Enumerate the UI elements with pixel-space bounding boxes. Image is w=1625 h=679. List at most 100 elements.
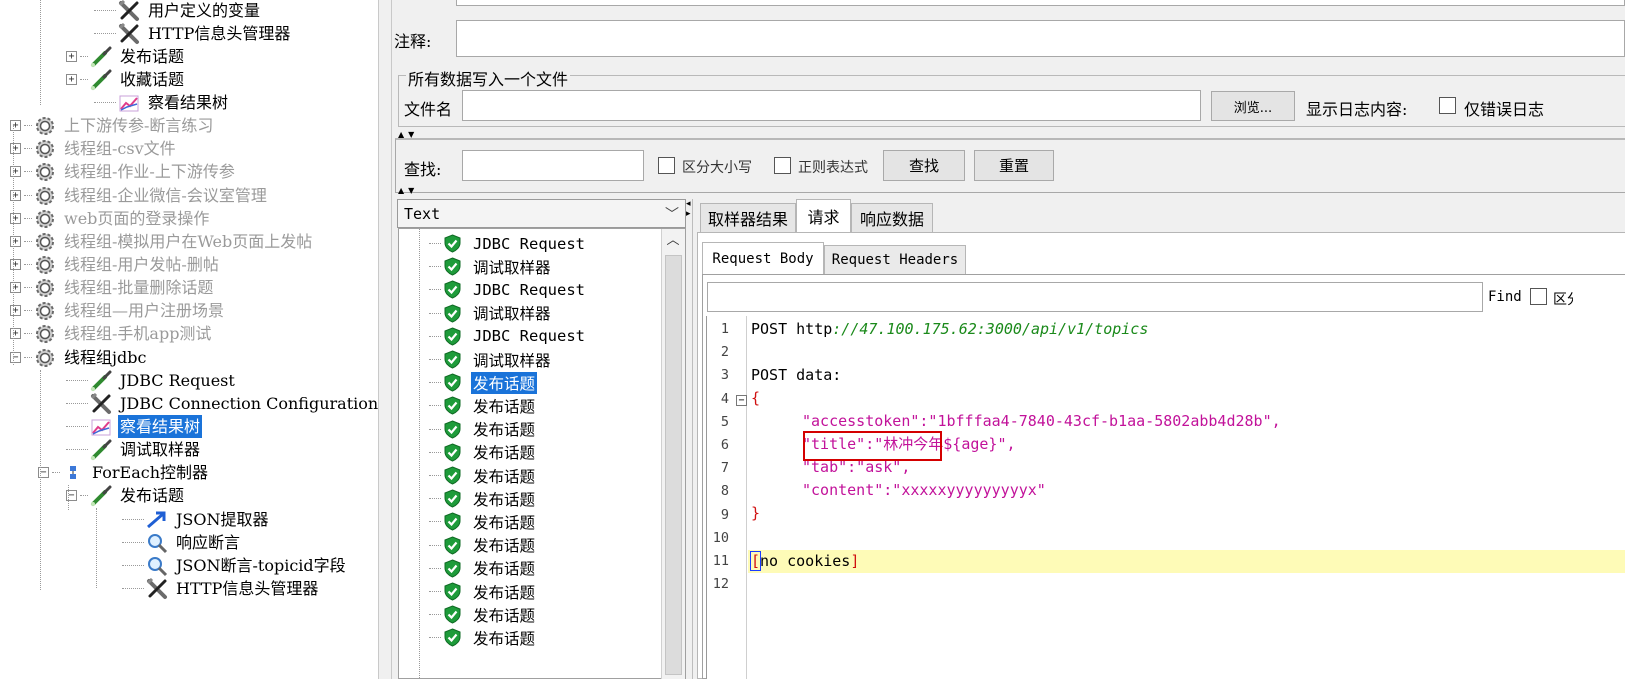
- code-line-5: "accesstoken":"1bfffaa4-7840-43cf-b1aa-5…: [802, 412, 1281, 430]
- splitter[interactable]: [378, 0, 392, 679]
- result-list-item[interactable]: 发布话题: [429, 371, 538, 394]
- case-sensitive-checkbox[interactable]: [658, 157, 675, 174]
- line-number: 7: [720, 460, 729, 477]
- tree-item-10[interactable]: + web页面的登录操作: [10, 207, 211, 230]
- test-plan-tree[interactable]: 用户定义的变量 HTTP信息头管理器 + 发布话题 + 收藏话题 察看结果树 + 上下游传参-断…: [0, 0, 378, 679]
- tree-guide-line: [419, 229, 420, 678]
- divider-handle-2[interactable]: ▲▼: [398, 187, 428, 195]
- tree-item-1[interactable]: 用户定义的变量: [94, 0, 262, 22]
- name-field[interactable]: [456, 0, 1625, 6]
- result-list-item[interactable]: 发布话题: [429, 580, 537, 603]
- result-list-item[interactable]: 发布话题: [429, 626, 537, 649]
- tree-item-11[interactable]: + 线程组-模拟用户在Web页面上发帖: [10, 230, 314, 253]
- expand-node-icon[interactable]: +: [10, 282, 21, 293]
- success-shield-icon: [443, 420, 462, 439]
- filename-input[interactable]: [462, 90, 1201, 121]
- tree-item-8[interactable]: + 线程组-作业-上下游传参: [10, 160, 237, 183]
- tree-item-18[interactable]: JDBC Connection Configuration: [66, 392, 378, 415]
- expand-node-icon[interactable]: +: [10, 305, 21, 316]
- find-button[interactable]: 查找: [883, 150, 965, 181]
- tree-item-6[interactable]: + 上下游传参-断言练习: [10, 114, 215, 137]
- result-list-item[interactable]: 发布话题: [429, 534, 537, 557]
- tree-connector: [80, 56, 88, 57]
- tree-item-17[interactable]: JDBC Request: [66, 369, 237, 392]
- result-list-item[interactable]: 发布话题: [429, 603, 537, 626]
- tab-response-data[interactable]: 响应数据: [851, 203, 933, 232]
- result-list-item[interactable]: 调试取样器: [429, 255, 553, 278]
- browse-button[interactable]: 浏览...: [1211, 91, 1295, 121]
- result-list-item[interactable]: 发布话题: [429, 487, 537, 510]
- result-list-item[interactable]: 发布话题: [429, 441, 537, 464]
- expand-node-icon[interactable]: +: [66, 51, 77, 62]
- result-list-item[interactable]: 调试取样器: [429, 348, 553, 371]
- expand-node-icon[interactable]: +: [10, 259, 21, 270]
- regex-checkbox[interactable]: [774, 157, 791, 174]
- tree-item-3[interactable]: + 发布话题: [66, 45, 186, 68]
- expand-node-icon[interactable]: +: [66, 74, 77, 85]
- tree-item-19[interactable]: 察看结果树: [66, 415, 203, 438]
- tree-item-label: JSON断言-topicid字段: [176, 556, 346, 575]
- scroll-thumb[interactable]: [665, 255, 682, 675]
- renderer-select[interactable]: Text ﹀: [397, 199, 686, 228]
- result-list-item[interactable]: 发布话题: [429, 394, 537, 417]
- tree-connector: [429, 289, 441, 291]
- tree-item-4[interactable]: + 收藏话题: [66, 68, 186, 91]
- expand-node-icon[interactable]: +: [10, 143, 21, 154]
- tree-connector: [429, 544, 441, 546]
- comment-field[interactable]: [456, 20, 1625, 57]
- result-list-item[interactable]: JDBC Request: [429, 232, 587, 255]
- tree-item-26[interactable]: HTTP信息头管理器: [122, 577, 320, 600]
- result-list-item[interactable]: 发布话题: [429, 418, 537, 441]
- search-input[interactable]: [462, 150, 644, 181]
- scroll-up-arrow-icon[interactable]: ︿: [662, 229, 684, 253]
- expand-node-icon[interactable]: +: [10, 213, 21, 224]
- result-list-item[interactable]: 调试取样器: [429, 302, 553, 325]
- results-scrollbar[interactable]: ︿: [661, 229, 685, 679]
- result-list-item[interactable]: 发布话题: [429, 510, 537, 533]
- tab-sampler-result[interactable]: 取样器结果: [700, 203, 796, 232]
- reset-button[interactable]: 重置: [974, 150, 1054, 181]
- tree-item-23[interactable]: JSON提取器: [122, 508, 271, 531]
- tree-item-14[interactable]: + 线程组—用户注册场景: [10, 299, 226, 322]
- tree-item-12[interactable]: + 线程组-用户发帖-删帖: [10, 253, 221, 276]
- request-body-editor[interactable]: 1 2 3 4 5 6 7 8 9 10 11 12 − POST http://47.100.175…: [706, 316, 1625, 679]
- result-list-item[interactable]: 发布话题: [429, 557, 537, 580]
- tree-item-20[interactable]: 调试取样器: [66, 438, 202, 461]
- expand-node-icon[interactable]: +: [10, 166, 21, 177]
- tree-connector: [122, 519, 144, 520]
- sampler-results-list[interactable]: JDBC Request 调试取样器 JDBC Request 调试取样器 JDBC R…: [398, 228, 686, 679]
- tree-connector: [94, 33, 116, 34]
- tab-request[interactable]: 请求: [796, 199, 851, 232]
- result-item-label: JDBC Request: [473, 327, 585, 346]
- result-item-label: 调试取样器: [473, 351, 551, 370]
- tree-item-5[interactable]: 察看结果树: [94, 91, 230, 114]
- result-list-item[interactable]: JDBC Request: [429, 278, 587, 301]
- tree-item-15[interactable]: + 线程组-手机app测试: [10, 322, 213, 345]
- tree-item-7[interactable]: + 线程组-csv文件: [10, 137, 178, 160]
- expand-node-icon[interactable]: +: [10, 236, 21, 247]
- tab-request-body[interactable]: Request Body: [702, 242, 824, 274]
- tree-connector: [429, 498, 441, 500]
- expand-node-icon[interactable]: +: [10, 328, 21, 339]
- success-shield-icon: [443, 466, 462, 485]
- tree-item-24[interactable]: 响应断言: [122, 531, 242, 554]
- tree-item-9[interactable]: + 线程组-企业微信-会议室管理: [10, 184, 269, 207]
- fold-toggle-icon[interactable]: −: [736, 395, 747, 406]
- tree-item-13[interactable]: + 线程组-批量删除话题: [10, 276, 215, 299]
- tree-connector: [429, 567, 441, 569]
- result-list-item[interactable]: JDBC Request: [429, 325, 587, 348]
- tab-request-headers[interactable]: Request Headers: [824, 245, 966, 274]
- expand-node-icon[interactable]: +: [10, 190, 21, 201]
- tree-item-25[interactable]: JSON断言-topicid字段: [122, 554, 348, 577]
- tree-item-16[interactable]: − 线程组jdbc: [10, 346, 148, 369]
- errors-only-checkbox[interactable]: [1439, 97, 1456, 114]
- result-list-item[interactable]: 发布话题: [429, 464, 537, 487]
- find-case-checkbox[interactable]: [1530, 288, 1547, 305]
- tree-item-22[interactable]: − 发布话题: [66, 484, 186, 507]
- tree-item-21[interactable]: − ForEach控制器: [38, 461, 210, 484]
- collapse-node-icon[interactable]: −: [10, 352, 21, 363]
- expand-node-icon[interactable]: +: [10, 120, 21, 131]
- tree-connector: [429, 243, 441, 244]
- tree-item-2[interactable]: HTTP信息头管理器: [94, 22, 292, 45]
- body-find-input[interactable]: [707, 282, 1483, 312]
